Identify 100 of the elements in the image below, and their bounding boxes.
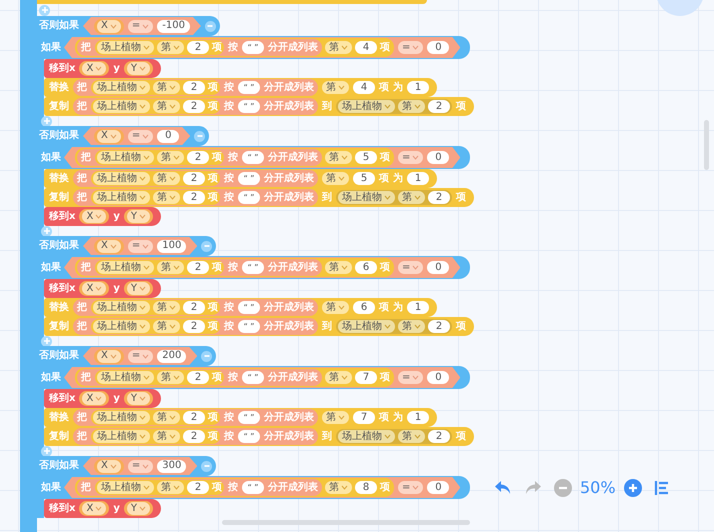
operator-dropdown[interactable]: = [128, 20, 154, 32]
add-button[interactable] [41, 336, 52, 346]
variable-dropdown[interactable]: Y [126, 210, 150, 223]
list-dropdown[interactable]: 场上植物 [97, 481, 154, 494]
list-dropdown[interactable]: 场上植物 [338, 320, 395, 333]
list-dropdown[interactable]: 场上植物 [93, 172, 150, 185]
value-field[interactable]: 2 [183, 100, 205, 113]
operator-dropdown[interactable]: = [128, 130, 154, 142]
index-dropdown[interactable]: 第 [398, 320, 425, 333]
variable-dropdown[interactable]: X [97, 460, 121, 472]
index-dropdown[interactable]: 第 [153, 191, 180, 204]
value-field[interactable]: “ ” [238, 172, 260, 185]
operator-dropdown[interactable]: = [398, 41, 424, 54]
index-dropdown[interactable]: 第 [325, 481, 352, 494]
list-dropdown[interactable]: 场上植物 [97, 41, 154, 54]
value-field[interactable]: 2 [428, 191, 450, 204]
list-dropdown[interactable]: 场上植物 [97, 261, 154, 274]
index-dropdown[interactable]: 第 [153, 100, 180, 113]
value-field[interactable]: “ ” [238, 320, 260, 333]
index-dropdown[interactable]: 第 [157, 371, 184, 384]
value-field[interactable]: 5 [353, 172, 375, 185]
value-field[interactable]: 8 [355, 481, 377, 494]
value-field[interactable]: 2 [183, 320, 205, 333]
list-dropdown[interactable]: 场上植物 [93, 320, 150, 333]
operator-dropdown[interactable]: = [128, 350, 154, 362]
variable-dropdown[interactable]: X [97, 240, 121, 252]
variable-dropdown[interactable]: X [82, 502, 106, 515]
add-button[interactable] [41, 116, 52, 126]
variable-dropdown[interactable]: X [97, 20, 121, 32]
value-field[interactable]: “ ” [238, 430, 260, 443]
operator-dropdown[interactable]: = [398, 371, 424, 384]
list-dropdown[interactable]: 场上植物 [338, 191, 395, 204]
value-field[interactable]: 2 [183, 172, 205, 185]
variable-dropdown[interactable]: X [82, 392, 106, 405]
index-dropdown[interactable]: 第 [322, 81, 349, 94]
variable-dropdown[interactable]: X [82, 62, 106, 75]
index-dropdown[interactable]: 第 [325, 261, 352, 274]
value-field[interactable]: “ ” [238, 411, 260, 424]
value-field[interactable]: “ ” [242, 41, 264, 54]
value-field[interactable]: 7 [353, 411, 375, 424]
value-field[interactable]: 1 [407, 81, 429, 94]
value-field[interactable]: 2 [187, 481, 209, 494]
value-field[interactable]: 4 [353, 81, 375, 94]
list-dropdown[interactable]: 场上植物 [93, 430, 150, 443]
value-field[interactable]: 2 [183, 191, 205, 204]
index-dropdown[interactable]: 第 [398, 430, 425, 443]
add-button[interactable] [41, 226, 52, 236]
variable-dropdown[interactable]: Y [126, 502, 150, 515]
value-field[interactable]: 2 [183, 430, 205, 443]
value-field[interactable]: 300 [157, 460, 186, 472]
value-field[interactable]: 0 [427, 371, 450, 384]
variable-dropdown[interactable]: X [82, 282, 106, 295]
operator-dropdown[interactable]: = [128, 460, 154, 472]
value-field[interactable]: 6 [355, 261, 377, 274]
variable-dropdown[interactable]: Y [126, 392, 150, 405]
remove-button[interactable] [201, 240, 212, 252]
value-field[interactable]: 4 [355, 41, 377, 54]
add-button[interactable] [41, 446, 52, 456]
index-dropdown[interactable]: 第 [157, 481, 184, 494]
value-field[interactable]: 0 [427, 41, 450, 54]
list-dropdown[interactable]: 场上植物 [97, 151, 154, 164]
index-dropdown[interactable]: 第 [153, 320, 180, 333]
variable-dropdown[interactable]: X [97, 350, 121, 362]
value-field[interactable]: 2 [428, 320, 450, 333]
index-dropdown[interactable]: 第 [153, 301, 180, 314]
value-field[interactable]: “ ” [238, 81, 260, 94]
value-field[interactable]: “ ” [242, 261, 264, 274]
value-field[interactable]: 6 [353, 301, 375, 314]
list-dropdown[interactable]: 场上植物 [93, 100, 150, 113]
value-field[interactable]: 0 [157, 130, 180, 142]
list-dropdown[interactable]: 场上植物 [93, 301, 150, 314]
value-field[interactable]: 100 [157, 240, 186, 252]
scrollbar[interactable] [222, 520, 470, 525]
remove-button[interactable] [201, 350, 212, 362]
index-dropdown[interactable]: 第 [153, 172, 180, 185]
index-dropdown[interactable]: 第 [325, 41, 352, 54]
index-dropdown[interactable]: 第 [153, 81, 180, 94]
variable-dropdown[interactable]: Y [126, 282, 150, 295]
variable-dropdown[interactable]: X [97, 130, 121, 142]
index-dropdown[interactable]: 第 [325, 371, 352, 384]
remove-button[interactable] [194, 130, 206, 142]
operator-dropdown[interactable]: = [398, 261, 424, 274]
value-field[interactable]: 2 [187, 41, 209, 54]
operator-dropdown[interactable]: = [398, 481, 424, 494]
operator-dropdown[interactable]: = [398, 151, 424, 164]
remove-button[interactable] [204, 20, 216, 32]
value-field[interactable]: 0 [427, 151, 450, 164]
value-field[interactable]: 2 [183, 301, 205, 314]
list-dropdown[interactable]: 场上植物 [97, 371, 154, 384]
value-field[interactable]: 5 [355, 151, 377, 164]
value-field[interactable]: 0 [427, 481, 450, 494]
index-dropdown[interactable]: 第 [157, 261, 184, 274]
value-field[interactable]: -100 [157, 20, 190, 32]
value-field[interactable]: 2 [183, 411, 205, 424]
index-dropdown[interactable]: 第 [322, 411, 349, 424]
scrollbar[interactable] [704, 120, 709, 170]
index-dropdown[interactable]: 第 [398, 191, 425, 204]
add-button[interactable] [39, 4, 50, 16]
value-field[interactable]: 1 [407, 411, 429, 424]
variable-dropdown[interactable]: X [82, 210, 106, 223]
